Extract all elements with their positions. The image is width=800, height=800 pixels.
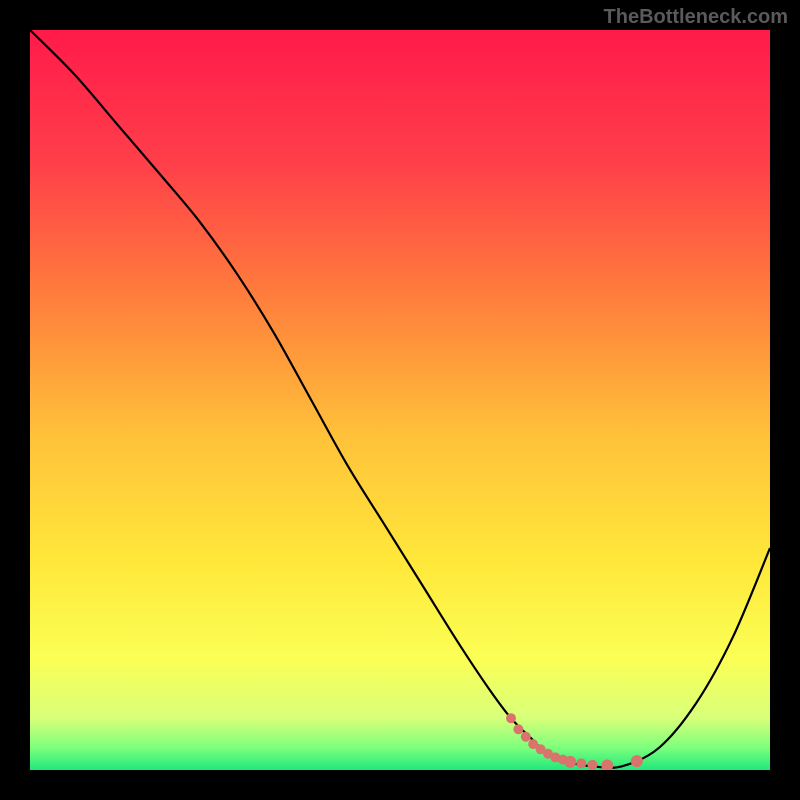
highlight-dot [587,760,597,770]
watermark-text: TheBottleneck.com [604,6,788,29]
highlight-dot [576,758,586,768]
highlight-dot [506,713,516,723]
chart-area [30,30,770,770]
highlight-dot [521,732,531,742]
chart-svg [30,30,770,770]
highlight-dot [513,724,523,734]
highlight-dot [564,756,576,768]
gradient-background [30,30,770,770]
highlight-dot [631,755,643,767]
